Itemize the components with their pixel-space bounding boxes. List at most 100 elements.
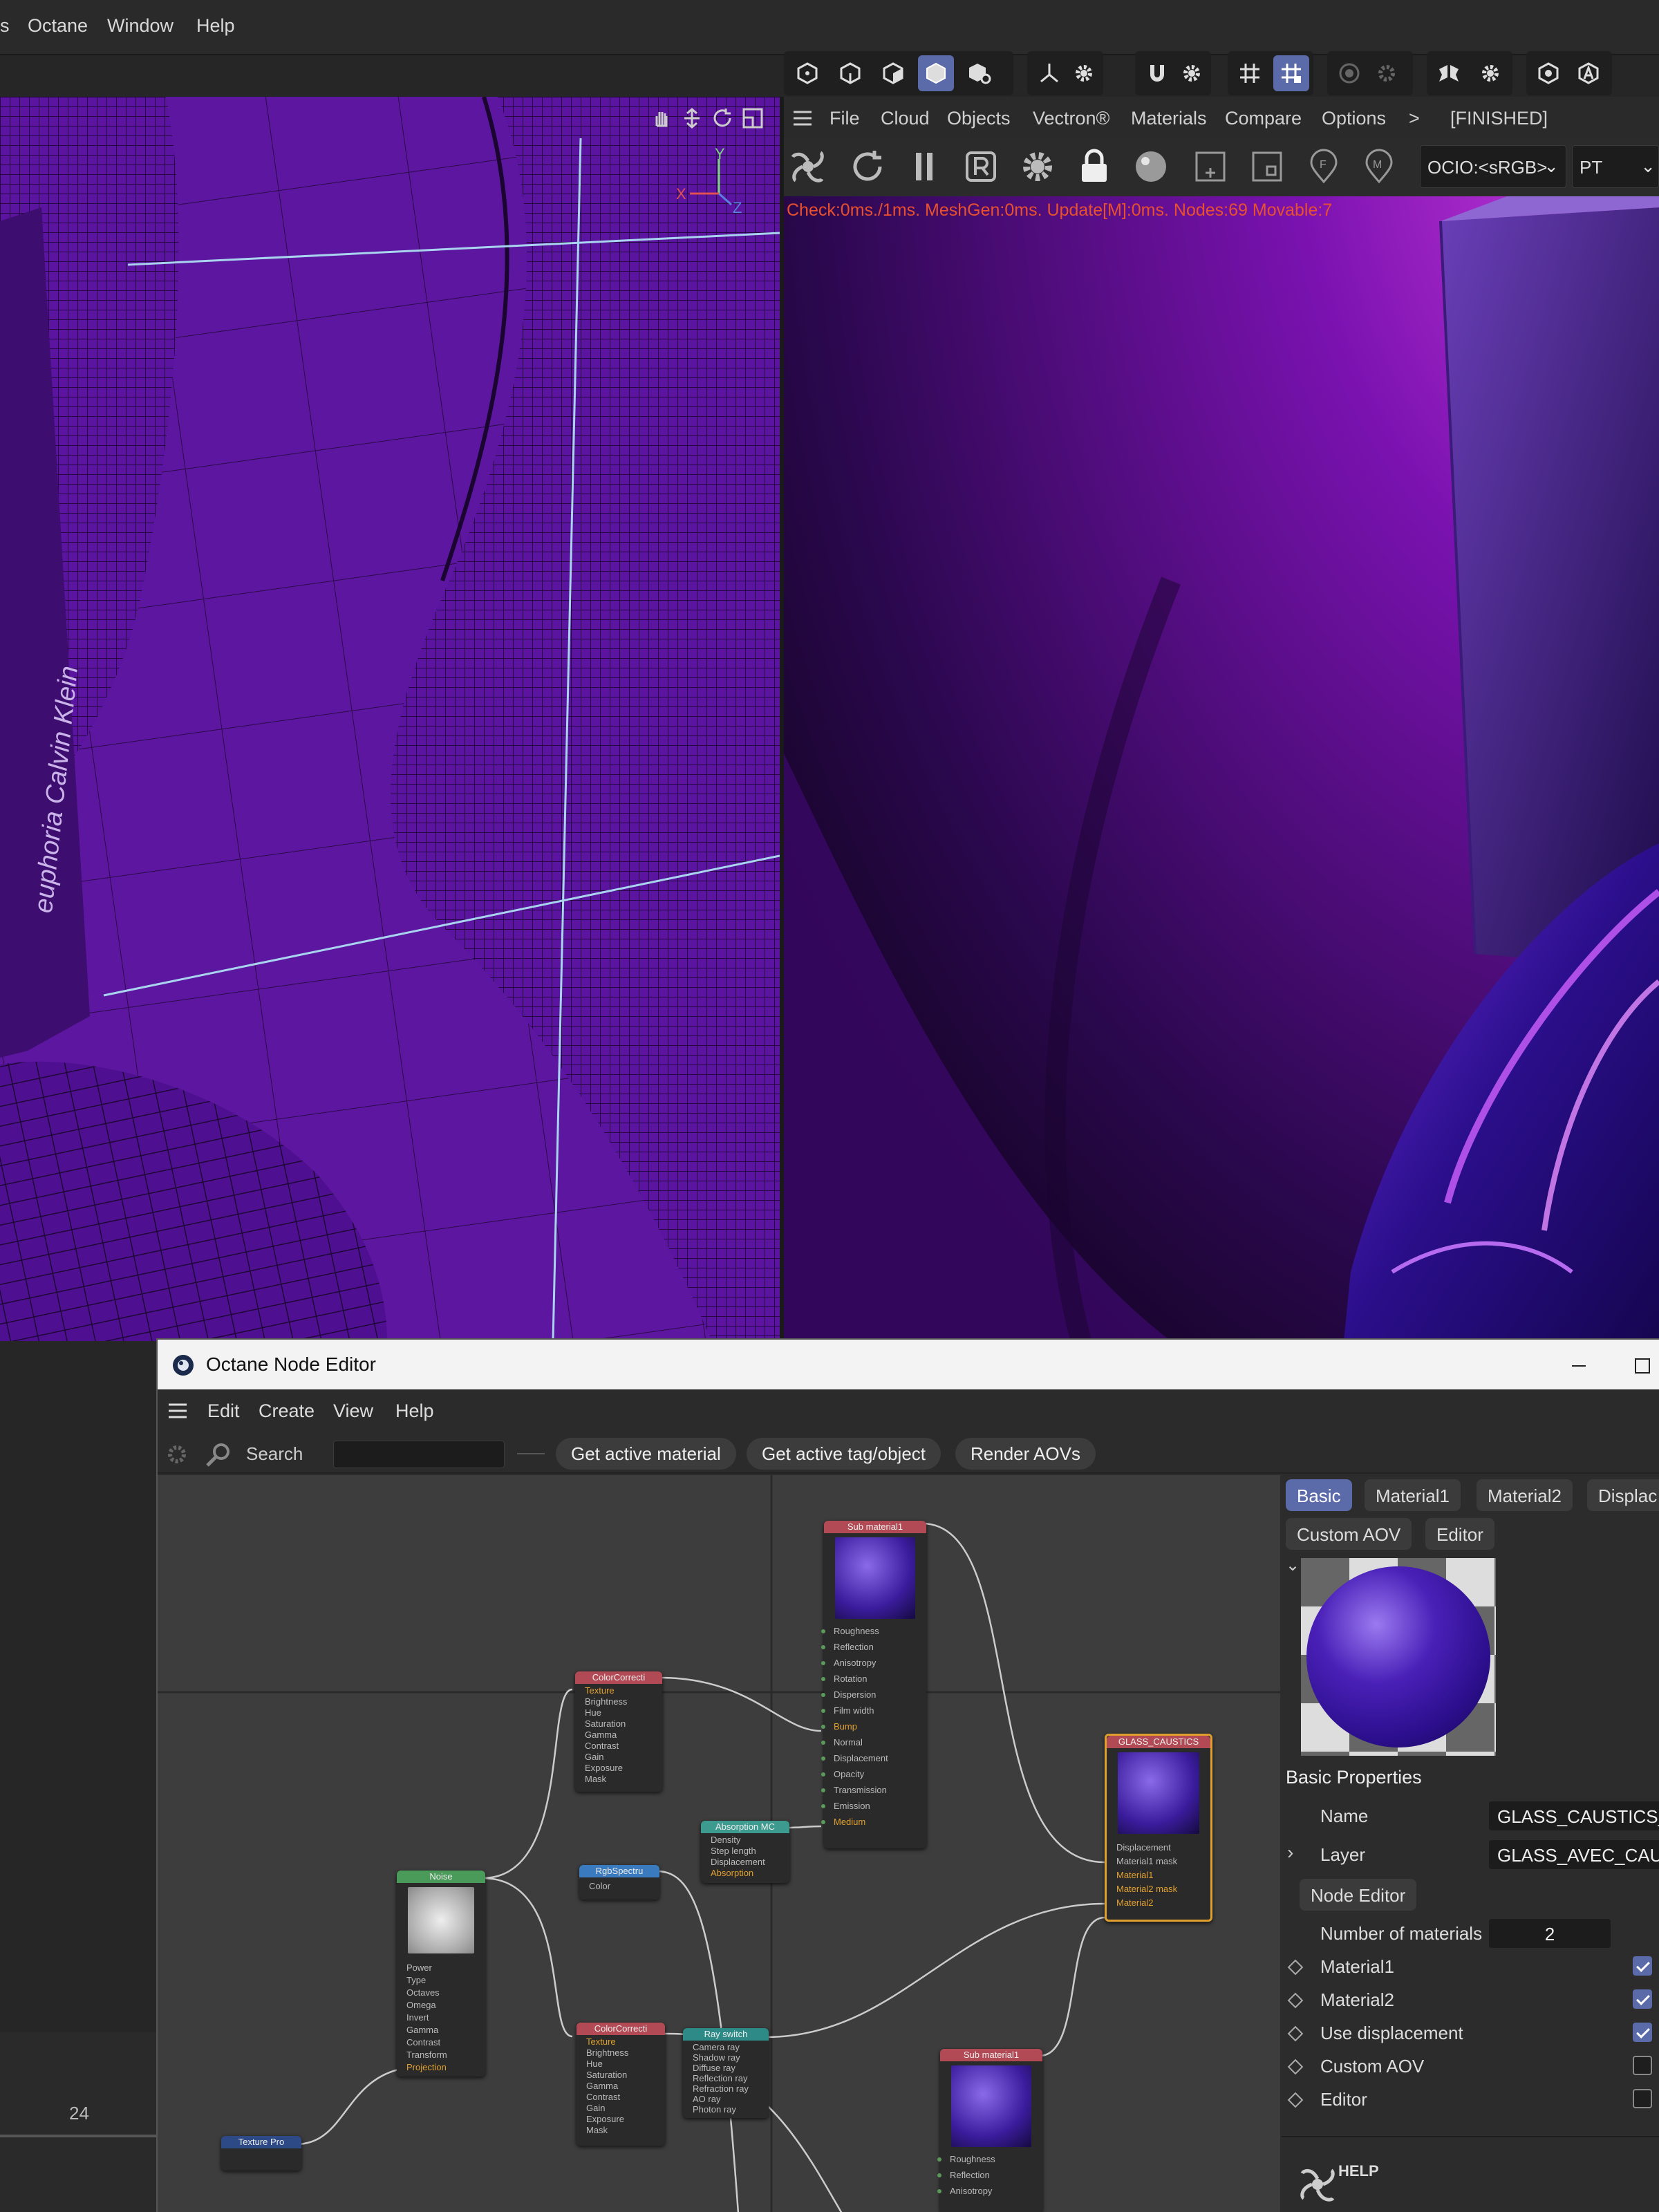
rotate-icon[interactable] — [711, 106, 734, 130]
pin-camera-ray[interactable]: Camera ray — [693, 2042, 769, 2052]
chevron-right-icon[interactable]: › — [1287, 1841, 1293, 1864]
cube-front-icon[interactable] — [832, 55, 868, 91]
move-icon[interactable] — [680, 106, 704, 130]
auto-icon[interactable] — [1571, 55, 1606, 91]
refresh-icon[interactable] — [846, 145, 889, 188]
hamburger-menu-icon[interactable] — [166, 1399, 189, 1423]
pin-invert[interactable]: Invert — [406, 2012, 485, 2024]
node-sub-material-2[interactable]: Sub material1 Roughness Reflection Aniso… — [937, 2049, 1042, 2212]
3d-viewport[interactable]: euphoria Calvin Klein Y X Z — [0, 97, 780, 1341]
pin-saturation[interactable]: Saturation — [586, 2070, 665, 2081]
node-rgb-spectrum[interactable]: RgbSpectru Color — [579, 1865, 659, 1900]
ne-menu-edit[interactable]: Edit — [207, 1400, 240, 1422]
pin-material1-mask[interactable]: Material1 mask — [1116, 1855, 1210, 1868]
add-region-icon[interactable] — [1189, 145, 1232, 188]
region-render-icon[interactable] — [959, 145, 1002, 188]
custom-aov-checkbox[interactable] — [1633, 2056, 1652, 2075]
pin-color[interactable]: Color — [579, 1877, 659, 1893]
search-icon[interactable] — [203, 1439, 234, 1470]
material1-checkbox[interactable] — [1633, 1956, 1652, 1976]
grid-snap-icon[interactable] — [1273, 55, 1309, 91]
axis-icon[interactable] — [1031, 55, 1067, 91]
material-pin-icon[interactable]: M — [1358, 145, 1400, 188]
keyframe-diamond-icon[interactable] — [1287, 1959, 1304, 1976]
pin-refraction-ray[interactable]: Refraction ray — [693, 2083, 769, 2094]
keyframe-diamond-icon[interactable] — [1287, 1992, 1304, 2009]
grid-icon[interactable] — [1232, 55, 1268, 91]
pause-icon[interactable] — [903, 145, 946, 188]
help-label[interactable]: HELP — [1338, 2162, 1379, 2180]
pin-rotation[interactable]: Rotation — [821, 1671, 926, 1687]
node-ray-switch[interactable]: Ray switch Camera ray Shadow ray Diffuse… — [683, 2028, 769, 2118]
cube-solid-icon[interactable] — [918, 55, 954, 91]
pin-material1[interactable]: Material1 — [1116, 1868, 1210, 1882]
cube-side-icon[interactable] — [875, 55, 911, 91]
node-sub-material-1[interactable]: Sub material1 Roughness Reflection Aniso… — [821, 1521, 926, 1848]
pin-brightness[interactable]: Brightness — [585, 1696, 662, 1707]
pin-displacement[interactable]: Displacement — [711, 1857, 789, 1868]
menu-item-octane[interactable]: Octane — [28, 15, 88, 37]
pan-hand-icon[interactable] — [650, 106, 673, 130]
pin-material2-mask[interactable]: Material2 mask — [1116, 1882, 1210, 1896]
pin-dispersion[interactable]: Dispersion — [821, 1687, 926, 1703]
pin-projection[interactable]: Projection — [406, 2061, 485, 2074]
pin-material2[interactable]: Material2 — [1116, 1896, 1210, 1910]
magnet-icon[interactable] — [1139, 55, 1175, 91]
pin-emission[interactable]: Emission — [821, 1798, 926, 1814]
lv-menu-file[interactable]: File — [830, 108, 860, 129]
settings-icon[interactable] — [1369, 55, 1405, 91]
ne-menu-view[interactable]: View — [333, 1400, 373, 1422]
num-materials-field[interactable]: 2 — [1489, 1919, 1611, 1948]
minimize-icon[interactable] — [1569, 1356, 1588, 1376]
pin-gain[interactable]: Gain — [585, 1752, 662, 1763]
focus-pin-icon[interactable]: F — [1302, 145, 1345, 188]
pin-texture[interactable]: Texture — [585, 1685, 662, 1696]
lv-menu-options[interactable]: Options — [1322, 108, 1386, 129]
settings-icon[interactable] — [1174, 55, 1210, 91]
material2-checkbox[interactable] — [1633, 1989, 1652, 2009]
pin-density[interactable]: Density — [711, 1835, 789, 1846]
pin-displacement[interactable]: Displacement — [1116, 1841, 1210, 1855]
pin-contrast[interactable]: Contrast — [585, 1741, 662, 1752]
lv-menu-cloud[interactable]: Cloud — [881, 108, 930, 129]
pin-brightness[interactable]: Brightness — [586, 2047, 665, 2059]
search-input[interactable] — [333, 1441, 505, 1468]
node-editor-titlebar[interactable]: Octane Node Editor — [158, 1340, 1659, 1389]
render-mode-dropdown[interactable]: PT ⌄ — [1572, 145, 1659, 188]
ne-menu-create[interactable]: Create — [259, 1400, 315, 1422]
menu-item-window[interactable]: Window — [107, 15, 174, 37]
sphere-icon[interactable] — [1130, 145, 1172, 188]
pin-anisotropy[interactable]: Anisotropy — [937, 2183, 1042, 2199]
lv-menu-vectron[interactable]: Vectron® — [1033, 108, 1109, 129]
keyframe-diamond-icon[interactable] — [1287, 2059, 1304, 2075]
tab-editor[interactable]: Editor — [1425, 1518, 1494, 1550]
pin-opacity[interactable]: Opacity — [821, 1766, 926, 1782]
pin-ao-ray[interactable]: AO ray — [693, 2094, 769, 2104]
keyframe-diamond-icon[interactable] — [1287, 2025, 1304, 2042]
node-color-correction-2[interactable]: ColorCorrecti Texture Brightness Hue Sat… — [577, 2023, 665, 2146]
eye-icon[interactable] — [1530, 55, 1566, 91]
tab-custom-aov[interactable]: Custom AOV — [1286, 1518, 1412, 1550]
pin-texture[interactable]: Texture — [586, 2036, 665, 2047]
pin-bump[interactable]: Bump — [821, 1718, 926, 1734]
chevron-down-icon[interactable]: ⌄ — [1286, 1555, 1300, 1575]
node-graph-canvas[interactable]: Sub material1 Roughness Reflection Aniso… — [158, 1475, 1280, 2212]
pin-medium[interactable]: Medium — [821, 1814, 926, 1830]
pin-hue[interactable]: Hue — [585, 1707, 662, 1718]
maximize-icon[interactable] — [1633, 1356, 1652, 1376]
pin-roughness[interactable]: Roughness — [821, 1623, 926, 1639]
live-viewer-render[interactable] — [784, 97, 1659, 1341]
pin-transform[interactable]: Transform — [406, 2049, 485, 2061]
region-icon[interactable] — [1246, 145, 1288, 188]
pin-step-length[interactable]: Step length — [711, 1846, 789, 1857]
node-noise[interactable]: Noise Power Type Octaves Omega Invert Ga… — [397, 1871, 485, 2077]
menu-item-help[interactable]: Help — [196, 15, 235, 37]
get-active-material-button[interactable]: Get active material — [556, 1438, 736, 1470]
node-texture-projection[interactable]: Texture Pro — [221, 2136, 301, 2171]
pin-exposure[interactable]: Exposure — [586, 2114, 665, 2125]
pin-diffuse-ray[interactable]: Diffuse ray — [693, 2063, 769, 2073]
pin-photon-ray[interactable]: Photon ray — [693, 2104, 769, 2115]
ne-menu-help[interactable]: Help — [395, 1400, 434, 1422]
settings-gear-icon[interactable] — [1016, 145, 1059, 188]
pin-film-width[interactable]: Film width — [821, 1703, 926, 1718]
